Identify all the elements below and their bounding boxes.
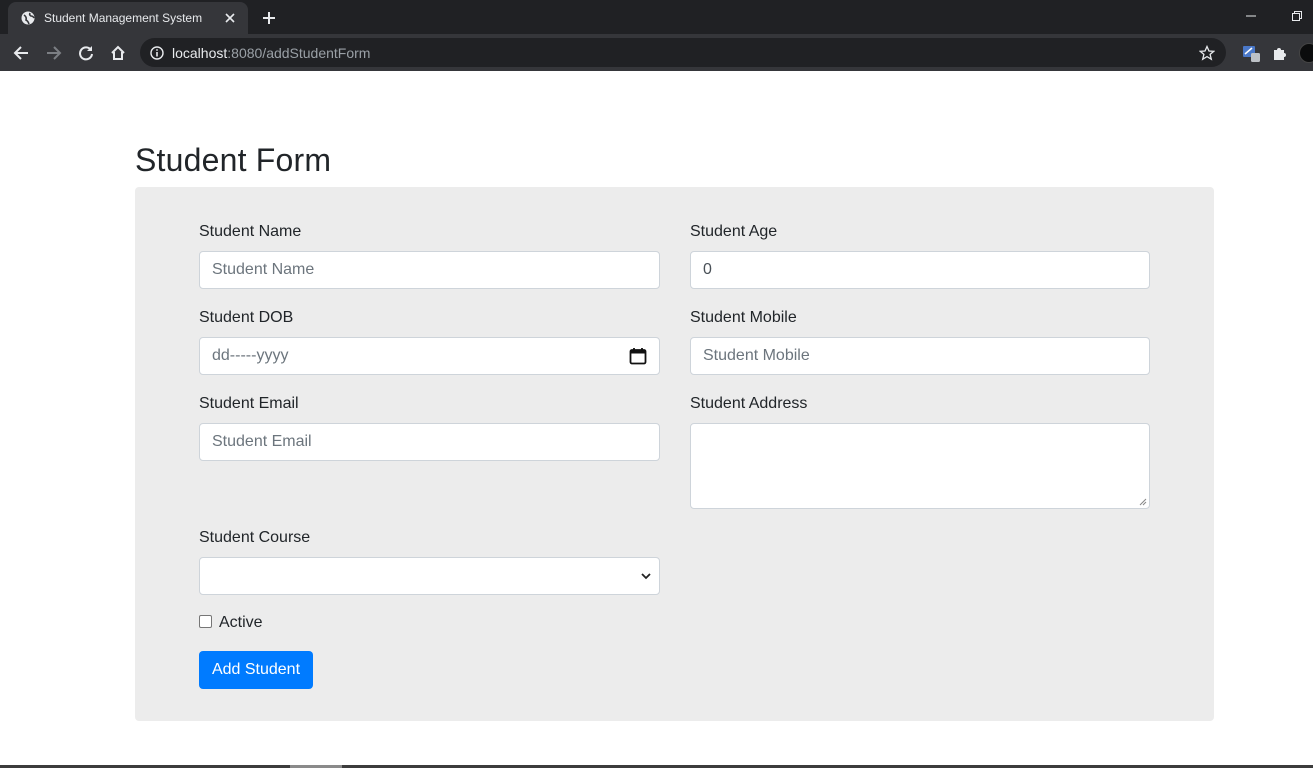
url-host: localhost — [172, 44, 228, 61]
resize-handle-icon[interactable] — [1139, 498, 1147, 506]
student-mobile-label: Student Mobile — [690, 309, 797, 326]
close-icon[interactable] — [222, 10, 238, 26]
tab-title: Student Management System — [44, 11, 203, 25]
star-icon[interactable] — [1198, 44, 1216, 62]
browser-toolbar: localhost:8080/addStudentForm — [0, 34, 1313, 71]
student-mobile-input[interactable]: Student Mobile — [690, 337, 1150, 375]
student-course-label: Student Course — [199, 529, 311, 546]
restore-icon[interactable] — [1286, 6, 1308, 26]
globe-icon — [20, 10, 36, 26]
browser-tab[interactable]: Student Management System — [8, 2, 248, 34]
student-dob-placeholder: dd-----yyyy — [212, 347, 289, 364]
student-address-textarea[interactable] — [690, 423, 1150, 509]
address-bar[interactable]: localhost:8080/addStudentForm — [140, 38, 1226, 67]
add-student-button[interactable]: Add Student — [199, 651, 313, 689]
extension-icon[interactable] — [1240, 42, 1262, 64]
url-text: localhost:8080/addStudentForm — [172, 45, 370, 61]
home-icon[interactable] — [105, 40, 131, 66]
student-age-value: 0 — [703, 261, 712, 278]
browser-tabstrip: Student Management System — [0, 0, 1313, 34]
student-age-label: Student Age — [690, 223, 778, 240]
reload-icon[interactable] — [73, 40, 99, 66]
profile-avatar[interactable] — [1298, 42, 1313, 64]
calendar-icon[interactable] — [629, 347, 647, 365]
active-label: Active — [219, 614, 263, 631]
student-name-input[interactable]: Student Name — [199, 251, 660, 289]
student-email-input[interactable]: Student Email — [199, 423, 660, 461]
student-name-placeholder: Student Name — [212, 261, 315, 278]
student-mobile-placeholder: Student Mobile — [703, 347, 810, 364]
url-path: :8080/addStudentForm — [227, 44, 371, 61]
active-checkbox[interactable] — [199, 615, 212, 628]
page-title: Student Form — [135, 142, 332, 178]
student-dob-input[interactable]: dd-----yyyy — [199, 337, 660, 375]
back-icon[interactable] — [8, 40, 34, 66]
student-dob-label: Student DOB — [199, 309, 294, 326]
puzzle-icon[interactable] — [1269, 42, 1291, 64]
student-address-label: Student Address — [690, 395, 808, 412]
plus-icon[interactable] — [258, 7, 280, 29]
student-age-input[interactable]: 0 — [690, 251, 1150, 289]
minimize-icon[interactable] — [1240, 6, 1262, 26]
student-email-label: Student Email — [199, 395, 299, 412]
student-email-placeholder: Student Email — [212, 433, 312, 450]
info-icon[interactable] — [150, 45, 164, 60]
student-name-label: Student Name — [199, 223, 302, 240]
chevron-down-icon — [641, 572, 651, 580]
student-course-select[interactable] — [199, 557, 660, 595]
forward-icon[interactable] — [41, 40, 67, 66]
